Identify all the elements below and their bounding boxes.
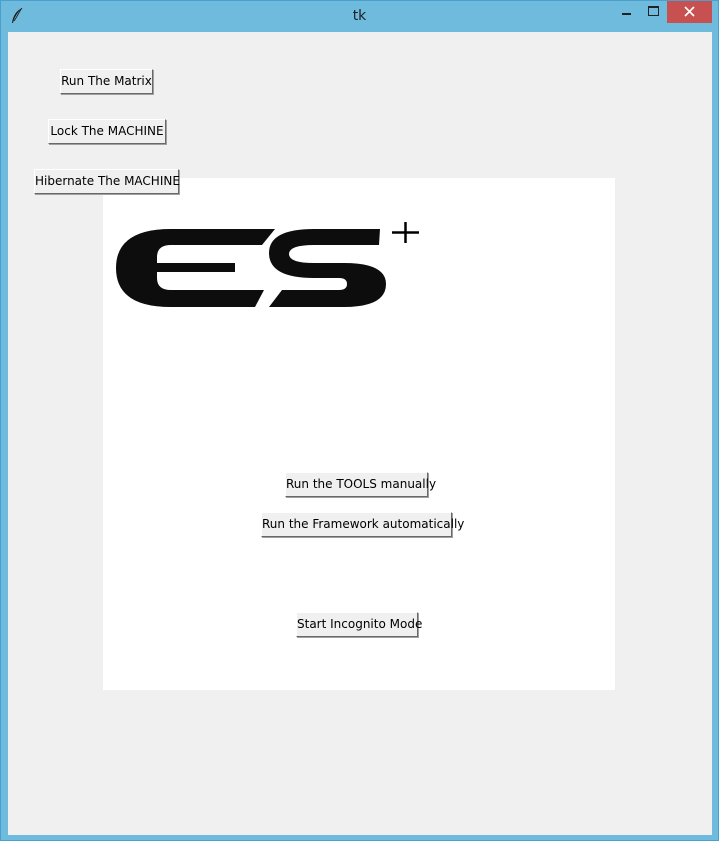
crosshair-cursor-icon bbox=[392, 222, 419, 243]
hibernate-machine-button[interactable]: Hibernate The MACHINE bbox=[34, 169, 180, 194]
title-bar[interactable]: tk bbox=[1, 1, 718, 31]
minimize-icon bbox=[622, 13, 631, 15]
start-incognito-mode-button[interactable]: Start Incognito Mode bbox=[296, 612, 422, 637]
run-matrix-button[interactable]: Run The Matrix bbox=[60, 69, 153, 94]
app-window: tk Run The Matrix Lock The MACHINE Hiber… bbox=[0, 0, 719, 841]
client-area: Run The Matrix Lock The MACHINE Hibernat… bbox=[8, 32, 712, 835]
minimize-button[interactable] bbox=[610, 1, 640, 23]
lock-machine-button[interactable]: Lock The MACHINE bbox=[48, 119, 166, 144]
es-logo bbox=[116, 229, 386, 307]
run-tools-manually-button[interactable]: Run the TOOLS manually bbox=[285, 472, 436, 497]
close-button[interactable] bbox=[667, 1, 712, 23]
maximize-button[interactable] bbox=[640, 1, 667, 23]
run-framework-automatically-button[interactable]: Run the Framework automatically bbox=[261, 512, 464, 537]
close-icon bbox=[684, 6, 695, 17]
maximize-icon bbox=[648, 6, 659, 16]
